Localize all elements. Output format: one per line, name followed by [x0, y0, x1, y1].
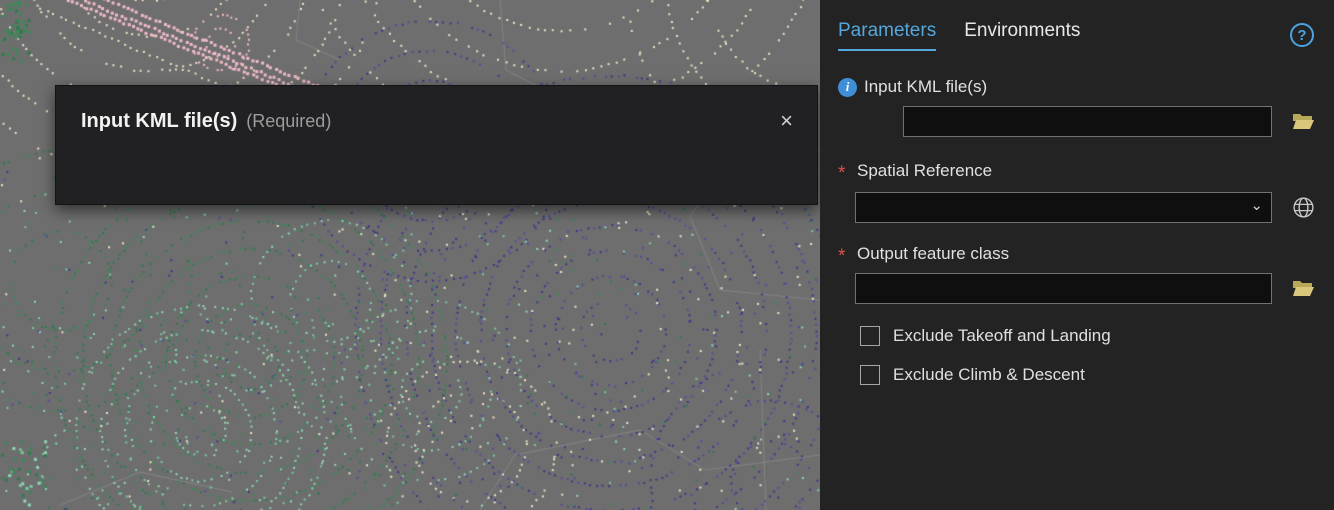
- select-coordinate-system-button[interactable]: [1272, 195, 1334, 220]
- close-icon[interactable]: ×: [780, 110, 793, 132]
- required-asterisk: *: [838, 163, 846, 184]
- parameter-help-tooltip: Input KML file(s) (Required) ×: [55, 85, 818, 205]
- panel-tabs: Parameters Environments ?: [820, 0, 1334, 51]
- required-asterisk: *: [838, 246, 846, 267]
- input-kml-label: Input KML file(s): [864, 77, 988, 96]
- input-kml-field[interactable]: [903, 106, 1272, 137]
- spatial-reference-dropdown[interactable]: ⌄: [855, 192, 1272, 223]
- info-icon[interactable]: i: [838, 77, 857, 97]
- tab-parameters[interactable]: Parameters: [838, 20, 937, 51]
- output-feature-class-field[interactable]: [855, 273, 1272, 304]
- folder-icon: [1292, 114, 1314, 129]
- spatial-reference-control-row: ⌄: [855, 192, 1334, 223]
- checkbox-icon[interactable]: [860, 326, 880, 346]
- checkbox-icon[interactable]: [860, 365, 880, 385]
- field-label-row: * Spatial Reference: [838, 159, 1334, 183]
- output-feature-class-control-row: [855, 273, 1334, 304]
- spatial-reference-label: Spatial Reference: [857, 161, 993, 180]
- globe-icon: [1292, 197, 1314, 218]
- help-icon[interactable]: ?: [1290, 23, 1314, 47]
- tooltip-title: Input KML file(s): [81, 110, 238, 132]
- folder-icon: [1292, 281, 1314, 296]
- browse-button[interactable]: [1272, 112, 1334, 131]
- field-label-row: * Output feature class: [838, 242, 1334, 266]
- map-canvas: [0, 0, 820, 510]
- tab-environments[interactable]: Environments: [964, 20, 1080, 51]
- exclude-takeoff-landing-label: Exclude Takeoff and Landing: [893, 326, 1111, 345]
- browse-output-button[interactable]: [1272, 279, 1334, 298]
- exclude-climb-descent-label: Exclude Climb & Descent: [893, 365, 1085, 384]
- chevron-down-icon: ⌄: [1250, 197, 1263, 214]
- map-view[interactable]: Input KML file(s) (Required) ×: [0, 0, 820, 510]
- arcgis-window: Input KML file(s) (Required) × Parameter…: [0, 0, 1334, 510]
- exclude-climb-descent-option[interactable]: Exclude Climb & Descent: [860, 365, 1334, 385]
- tooltip-required-note: (Required): [246, 111, 332, 131]
- exclude-takeoff-landing-option[interactable]: Exclude Takeoff and Landing: [860, 326, 1334, 346]
- input-kml-control-row: [903, 106, 1334, 137]
- output-feature-class-label: Output feature class: [857, 244, 1010, 263]
- geoprocessing-panel: Parameters Environments ? i Input KML fi…: [820, 0, 1334, 510]
- field-label-row: i Input KML file(s): [838, 77, 1334, 97]
